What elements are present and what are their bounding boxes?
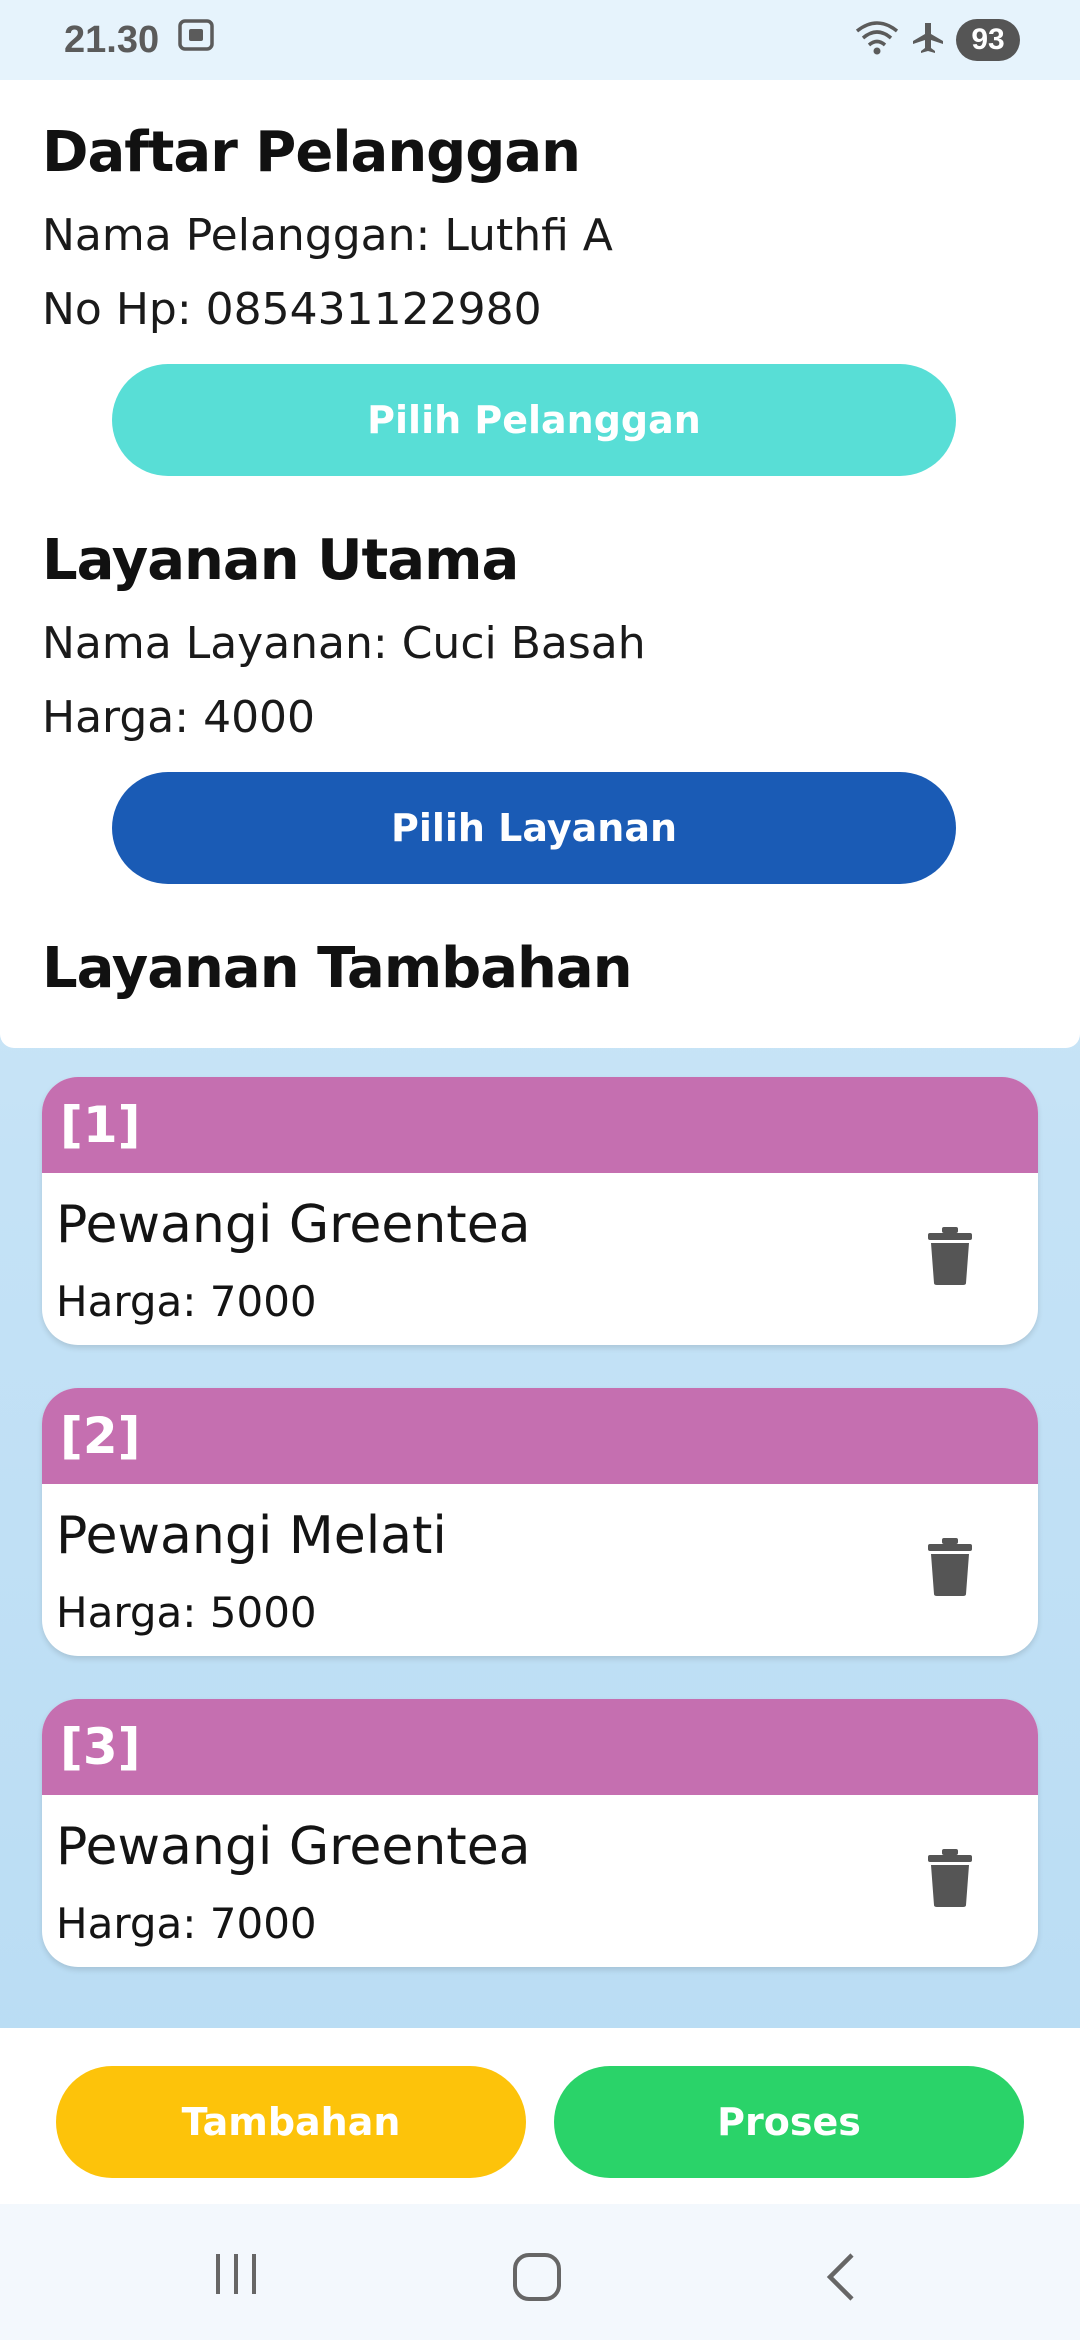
additional-item-price: Harga: 7000 bbox=[56, 1899, 317, 1948]
bottom-action-bar: Tambahan Proses bbox=[0, 2028, 1080, 2204]
additional-item-card: [3] Pewangi Greentea Harga: 7000 bbox=[42, 1699, 1038, 1967]
airplane-icon bbox=[912, 21, 944, 60]
system-nav-bar bbox=[0, 2204, 1080, 2340]
trash-icon[interactable] bbox=[928, 1849, 972, 1907]
customer-name: Nama Pelanggan: Luthfi A bbox=[42, 210, 613, 261]
additional-item-card: [1] Pewangi Greentea Harga: 7000 bbox=[42, 1077, 1038, 1345]
home-icon[interactable] bbox=[512, 2252, 562, 2302]
wifi-icon bbox=[854, 19, 900, 62]
form-panel: Daftar Pelanggan Nama Pelanggan: Luthfi … bbox=[0, 80, 1080, 1048]
additional-item-index: [3] bbox=[42, 1699, 1038, 1795]
back-icon[interactable] bbox=[822, 2252, 858, 2302]
status-bar: 21.30 93 bbox=[0, 0, 1080, 80]
additional-item-name: Pewangi Melati bbox=[56, 1506, 447, 1566]
status-time: 21.30 bbox=[64, 18, 160, 61]
select-customer-button[interactable]: Pilih Pelanggan bbox=[112, 364, 956, 476]
recent-apps-icon[interactable] bbox=[214, 2252, 258, 2296]
main-service-name: Nama Layanan: Cuci Basah bbox=[42, 618, 646, 669]
customer-section-title: Daftar Pelanggan bbox=[42, 120, 581, 185]
additional-section-title: Layanan Tambahan bbox=[42, 936, 633, 1001]
additional-item-name: Pewangi Greentea bbox=[56, 1195, 531, 1255]
customer-phone: No Hp: 085431122980 bbox=[42, 284, 542, 335]
process-button[interactable]: Proses bbox=[554, 2066, 1024, 2178]
status-right: 93 bbox=[854, 19, 1020, 62]
status-left: 21.30 bbox=[64, 18, 215, 62]
select-service-button[interactable]: Pilih Layanan bbox=[112, 772, 956, 884]
additional-item-index: [2] bbox=[42, 1388, 1038, 1484]
add-extra-button[interactable]: Tambahan bbox=[56, 2066, 526, 2178]
screenshot-icon bbox=[177, 18, 215, 62]
trash-icon[interactable] bbox=[928, 1538, 972, 1596]
main-service-price: Harga: 4000 bbox=[42, 692, 316, 743]
battery-icon: 93 bbox=[956, 19, 1020, 61]
additional-item-name: Pewangi Greentea bbox=[56, 1817, 531, 1877]
additional-item-price: Harga: 7000 bbox=[56, 1277, 317, 1326]
additional-item-index: [1] bbox=[42, 1077, 1038, 1173]
main-service-section-title: Layanan Utama bbox=[42, 528, 519, 593]
additional-item-card: [2] Pewangi Melati Harga: 5000 bbox=[42, 1388, 1038, 1656]
additional-item-price: Harga: 5000 bbox=[56, 1588, 317, 1637]
trash-icon[interactable] bbox=[928, 1227, 972, 1285]
